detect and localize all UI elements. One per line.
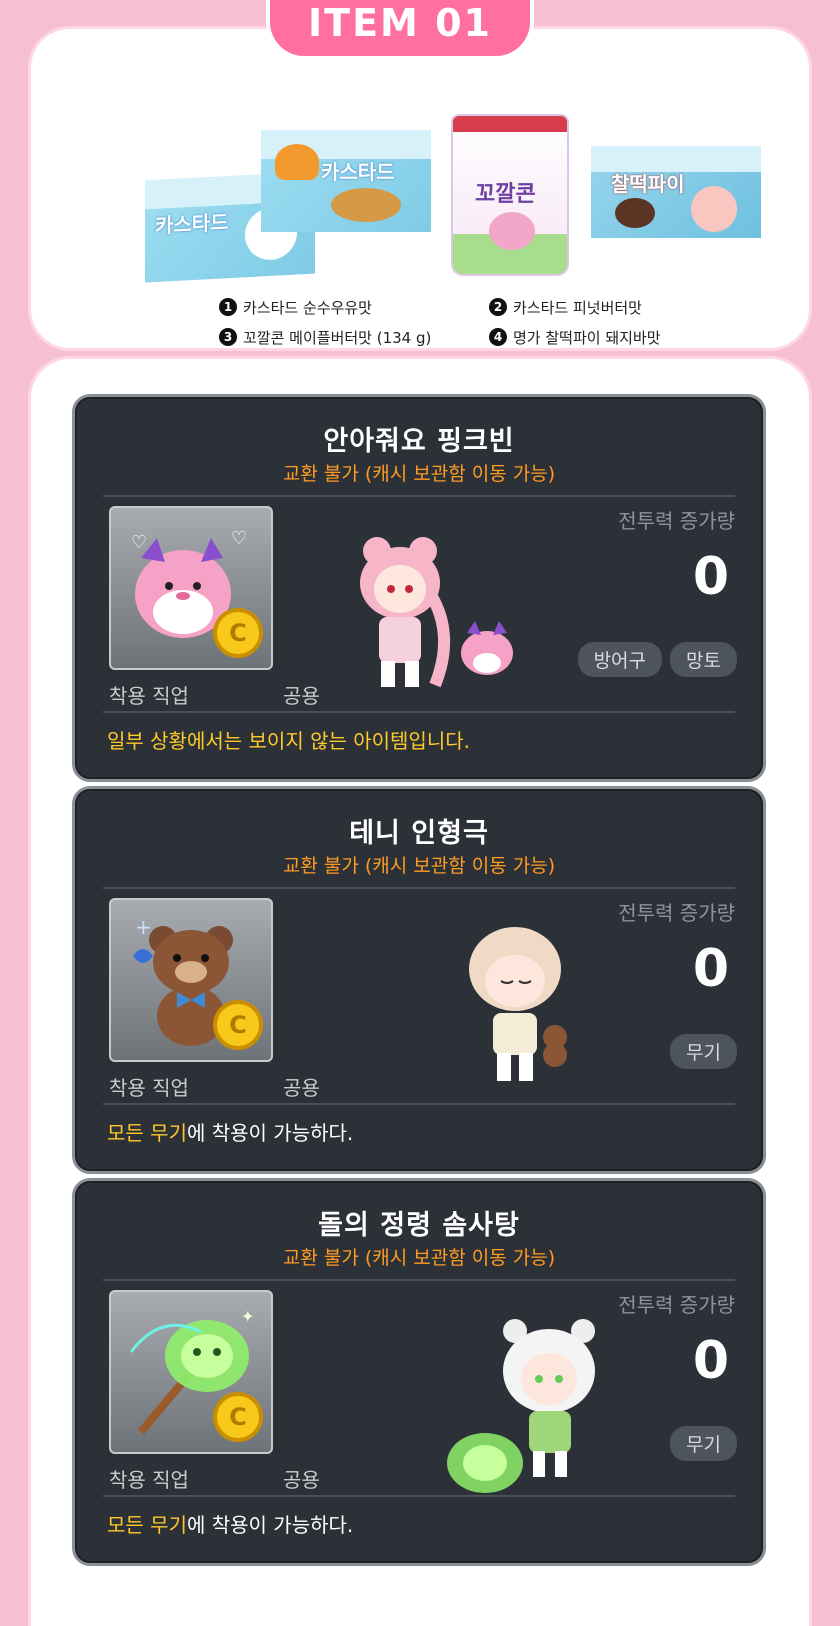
svg-text:✦: ✦ xyxy=(241,1307,254,1326)
item-tag: ITEM 01 xyxy=(266,0,534,60)
power-value: 0 xyxy=(692,939,729,999)
tag-list: 무기 xyxy=(670,1426,737,1461)
jobs-value: 공용 xyxy=(283,1076,320,1100)
cash-coin-icon: C xyxy=(213,608,263,658)
tag-weapon: 무기 xyxy=(670,1426,737,1461)
cash-coin-icon: C xyxy=(213,1000,263,1050)
character-avatar xyxy=(469,927,567,1081)
trade-status: 교환 불가 (캐시 보관함 이동 가능) xyxy=(282,1247,556,1269)
legend-item: 4 명가 찰떡파이 돼지바맛 xyxy=(489,327,759,348)
jobs-value: 공용 xyxy=(283,1468,320,1492)
tag-armor: 방어구 xyxy=(577,642,663,677)
jobs-label: 착용 직업 xyxy=(109,1076,189,1100)
item-title: 안아줘요 핑크빈 xyxy=(323,426,515,457)
item-description: 모든 무기에 착용이 가능하다. xyxy=(107,1121,354,1145)
tag-weapon: 무기 xyxy=(670,1034,737,1069)
power-value: 0 xyxy=(692,1331,729,1391)
item-icon-box: ✦ C xyxy=(109,1290,273,1454)
power-label: 전투력 증가량 xyxy=(618,509,735,533)
item-tooltip: 테니 인형극 교환 불가 (캐시 보관함 이동 가능) + C 착용 직업 공용… xyxy=(72,786,766,1174)
jobs-label: 착용 직업 xyxy=(109,1468,189,1492)
product-card: 카스타드 카스타드 꼬깔콘 찰떡파이 1 카스타드 순수우유맛 2 카스타드 피넛버… xyxy=(28,26,812,351)
jobs-value: 공용 xyxy=(283,684,320,708)
item-tooltip: 돌의 정령 솜사탕 교환 불가 (캐시 보관함 이동 가능) ✦ C 착용 직업… xyxy=(72,1178,766,1566)
power-label: 전투력 증가량 xyxy=(618,901,735,925)
trade-status: 교환 불가 (캐시 보관함 이동 가능) xyxy=(282,855,556,877)
power-label: 전투력 증가량 xyxy=(618,1293,735,1317)
svg-text:♡: ♡ xyxy=(131,532,147,553)
item-tag-label: ITEM 01 xyxy=(308,1,492,45)
legend-item: 3 꼬깔콘 메이플버터맛 (134 g) xyxy=(219,327,489,348)
item-tooltip: 안아줘요 핑크빈 교환 불가 (캐시 보관함 이동 가능) ♡ ♡ C 착용 직… xyxy=(72,394,766,782)
character-avatar xyxy=(360,537,513,688)
item-icon-box: + C xyxy=(109,898,273,1062)
trade-status: 교환 불가 (캐시 보관함 이동 가능) xyxy=(282,463,556,485)
tag-list: 무기 xyxy=(670,1034,737,1069)
character-avatar xyxy=(447,1319,595,1493)
custard-peanut-box: 카스타드 xyxy=(261,130,431,232)
jobs-label: 착용 직업 xyxy=(109,684,189,708)
cash-coin-icon: C xyxy=(213,1392,263,1442)
svg-text:♡: ♡ xyxy=(231,528,247,549)
svg-text:+: + xyxy=(135,915,152,939)
product-images: 카스타드 카스타드 꼬깔콘 찰떡파이 xyxy=(111,84,761,284)
product-legend: 1 카스타드 순수우유맛 2 카스타드 피넛버터맛 3 꼬깔콘 메이플버터맛 (134… xyxy=(219,292,779,352)
item-title: 테니 인형극 xyxy=(349,818,489,849)
item-icon-box: ♡ ♡ C xyxy=(109,506,273,670)
item-description: 모든 무기에 착용이 가능하다. xyxy=(107,1513,354,1537)
tag-cape: 망토 xyxy=(670,642,737,677)
legend-item: 1 카스타드 순수우유맛 xyxy=(219,297,489,318)
kokalcorn-bag: 꼬깔콘 xyxy=(451,114,569,276)
item-description: 일부 상황에서는 보이지 않는 아이템입니다. xyxy=(107,729,470,753)
chaltteok-pie-box: 찰떡파이 xyxy=(591,146,761,238)
tag-list: 방어구 망토 xyxy=(577,642,737,677)
item-title: 돌의 정령 솜사탕 xyxy=(318,1210,520,1241)
legend-item: 2 카스타드 피넛버터맛 xyxy=(489,297,759,318)
power-value: 0 xyxy=(692,547,729,607)
